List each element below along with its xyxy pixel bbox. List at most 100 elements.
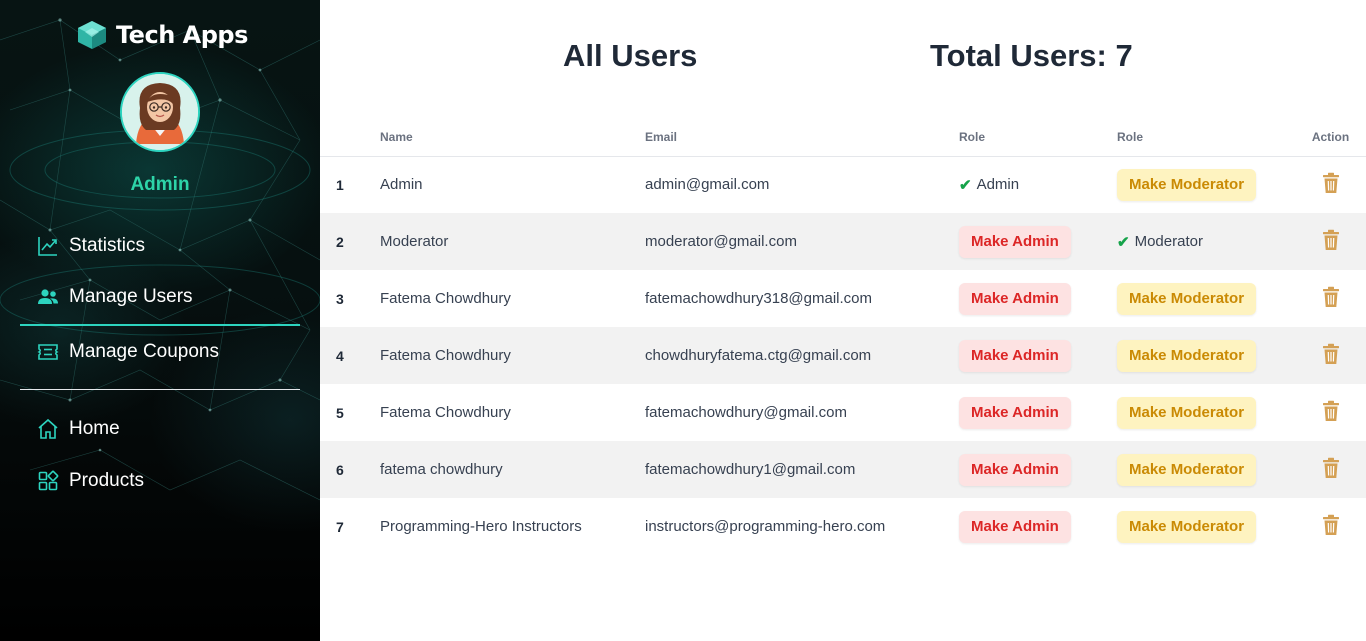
action-cell <box>1295 327 1366 384</box>
user-name: Programming-Hero Instructors <box>380 518 582 535</box>
row-index: 4 <box>336 347 344 364</box>
user-name: Moderator <box>380 233 449 250</box>
make-admin-button[interactable]: Make Admin <box>959 225 1071 258</box>
role-admin-cell: ✔ Admin <box>959 156 1117 213</box>
make-admin-button[interactable]: Make Admin <box>959 453 1071 486</box>
action-cell <box>1295 156 1366 213</box>
column-header-email: Email <box>645 129 678 144</box>
user-email: instructors@programming-hero.com <box>645 518 886 535</box>
sidebar-item-home[interactable]: Home <box>20 409 300 449</box>
action-cell <box>1295 441 1366 498</box>
page-title: All Users <box>563 38 698 73</box>
make-admin-button[interactable]: Make Admin <box>959 339 1071 372</box>
column-header-name: Name <box>380 129 413 144</box>
user-name: Fatema Chowdhury <box>380 404 511 421</box>
sidebar: Tech Apps Admin Statistics Manage Users … <box>0 0 320 641</box>
home-icon <box>35 416 61 442</box>
brand[interactable]: Tech Apps <box>76 20 248 50</box>
chart-line-icon <box>35 233 61 259</box>
table-row: 1 Admin admin@gmail.com ✔ Admin Make Moderato… <box>320 156 1366 213</box>
sidebar-item-label: Manage Users <box>69 286 193 307</box>
row-index: 6 <box>336 461 344 478</box>
table-header: Name Email Role Role Action <box>320 118 1366 156</box>
make-admin-button[interactable]: Make Admin <box>959 396 1071 429</box>
role-admin-cell: Make Admin <box>959 441 1117 498</box>
user-email: moderator@gmail.com <box>645 233 797 250</box>
action-cell <box>1295 384 1366 441</box>
user-name: Admin <box>380 176 423 194</box>
user-name: Fatema Chowdhury <box>380 290 511 307</box>
trash-icon[interactable] <box>1320 172 1342 196</box>
trash-icon[interactable] <box>1320 286 1342 310</box>
action-cell <box>1295 213 1366 270</box>
role-moderator-cell: ✔ Moderator <box>1117 213 1295 270</box>
make-moderator-button[interactable]: Make Moderator <box>1117 510 1257 543</box>
trash-icon[interactable] <box>1320 400 1342 424</box>
sidebar-item-products[interactable]: Products <box>20 461 300 501</box>
user-email: fatemachowdhury@gmail.com <box>645 404 847 421</box>
main-content: All Users Total Users: 7 Name Email Role… <box>320 0 1366 641</box>
user-email: chowdhuryfatema.ctg@gmail.com <box>645 347 872 364</box>
brand-name: Tech Apps <box>116 21 248 49</box>
make-moderator-button[interactable]: Make Moderator <box>1117 453 1257 486</box>
role-admin-cell: Make Admin <box>959 213 1117 270</box>
role-admin-cell: Make Admin <box>959 327 1117 384</box>
avatar-image <box>122 74 198 150</box>
checkmark-icon: ✔ <box>1117 233 1130 251</box>
make-moderator-button[interactable]: Make Moderator <box>1117 339 1257 372</box>
sidebar-item-label: Manage Coupons <box>69 341 219 362</box>
cube-logo-icon <box>78 21 106 49</box>
user-email: fatemachowdhury318@gmail.com <box>645 290 872 307</box>
table-row: 6 fatema chowdhury fatemachowdhury1@gmail.… <box>320 441 1366 498</box>
row-index: 3 <box>336 290 344 307</box>
sidebar-item-label: Products <box>69 470 144 491</box>
make-admin-button[interactable]: Make Admin <box>959 510 1071 543</box>
sidebar-item-label: Home <box>69 418 120 439</box>
column-header-index <box>320 118 380 156</box>
user-email: admin@gmail.com <box>645 176 770 194</box>
column-header-role-moderator: Role <box>1117 129 1144 144</box>
role-admin-status: ✔ Admin <box>959 176 1019 194</box>
make-moderator-button[interactable]: Make Moderator <box>1117 282 1257 315</box>
action-cell <box>1295 498 1366 555</box>
role-label: Moderator <box>1134 233 1203 250</box>
row-index: 7 <box>336 518 344 535</box>
sidebar-item-manage-users[interactable]: Manage Users <box>20 278 300 326</box>
column-header-action: Action <box>1311 129 1350 144</box>
total-users-count: Total Users: 7 <box>930 38 1133 73</box>
role-label: Admin <box>976 176 1020 194</box>
role-admin-cell: Make Admin <box>959 384 1117 441</box>
user-email: fatemachowdhury1@gmail.com <box>645 461 856 478</box>
user-name: Fatema Chowdhury <box>380 347 511 364</box>
role-moderator-cell: Make Moderator <box>1117 441 1295 498</box>
trash-icon[interactable] <box>1320 514 1342 538</box>
role-moderator-cell: Make Moderator <box>1117 156 1295 213</box>
trash-icon[interactable] <box>1320 457 1342 481</box>
row-index: 2 <box>336 233 344 250</box>
make-moderator-button[interactable]: Make Moderator <box>1117 396 1257 429</box>
users-table: Name Email Role Role Action 1 Admin admin@… <box>320 118 1366 555</box>
trash-icon[interactable] <box>1320 229 1342 253</box>
grid-icon <box>35 468 61 494</box>
table-row: 2 Moderator moderator@gmail.com Make Admin ✔… <box>320 213 1366 270</box>
avatar <box>120 72 200 152</box>
role-moderator-cell: Make Moderator <box>1117 327 1295 384</box>
make-moderator-button[interactable]: Make Moderator <box>1117 168 1257 201</box>
user-name: fatema chowdhury <box>380 461 503 478</box>
action-cell <box>1295 270 1366 327</box>
profile-name: Admin <box>130 174 190 195</box>
table-row: 5 Fatema Chowdhury fatemachowdhury@gmail.c… <box>320 384 1366 441</box>
role-moderator-cell: Make Moderator <box>1117 498 1295 555</box>
sidebar-item-statistics[interactable]: Statistics <box>20 226 300 266</box>
role-moderator-cell: Make Moderator <box>1117 270 1295 327</box>
role-admin-cell: Make Admin <box>959 498 1117 555</box>
table-row: 4 Fatema Chowdhury chowdhuryfatema.ctg@gma… <box>320 327 1366 384</box>
table-row: 3 Fatema Chowdhury fatemachowdhury318@gmai… <box>320 270 1366 327</box>
table-body: 1 Admin admin@gmail.com ✔ Admin Make Moderato… <box>320 156 1366 555</box>
sidebar-item-manage-coupons[interactable]: Manage Coupons <box>20 332 300 372</box>
role-moderator-cell: Make Moderator <box>1117 384 1295 441</box>
sidebar-item-label: Statistics <box>69 235 146 256</box>
make-admin-button[interactable]: Make Admin <box>959 282 1071 315</box>
ticket-icon <box>35 339 61 365</box>
trash-icon[interactable] <box>1320 343 1342 367</box>
